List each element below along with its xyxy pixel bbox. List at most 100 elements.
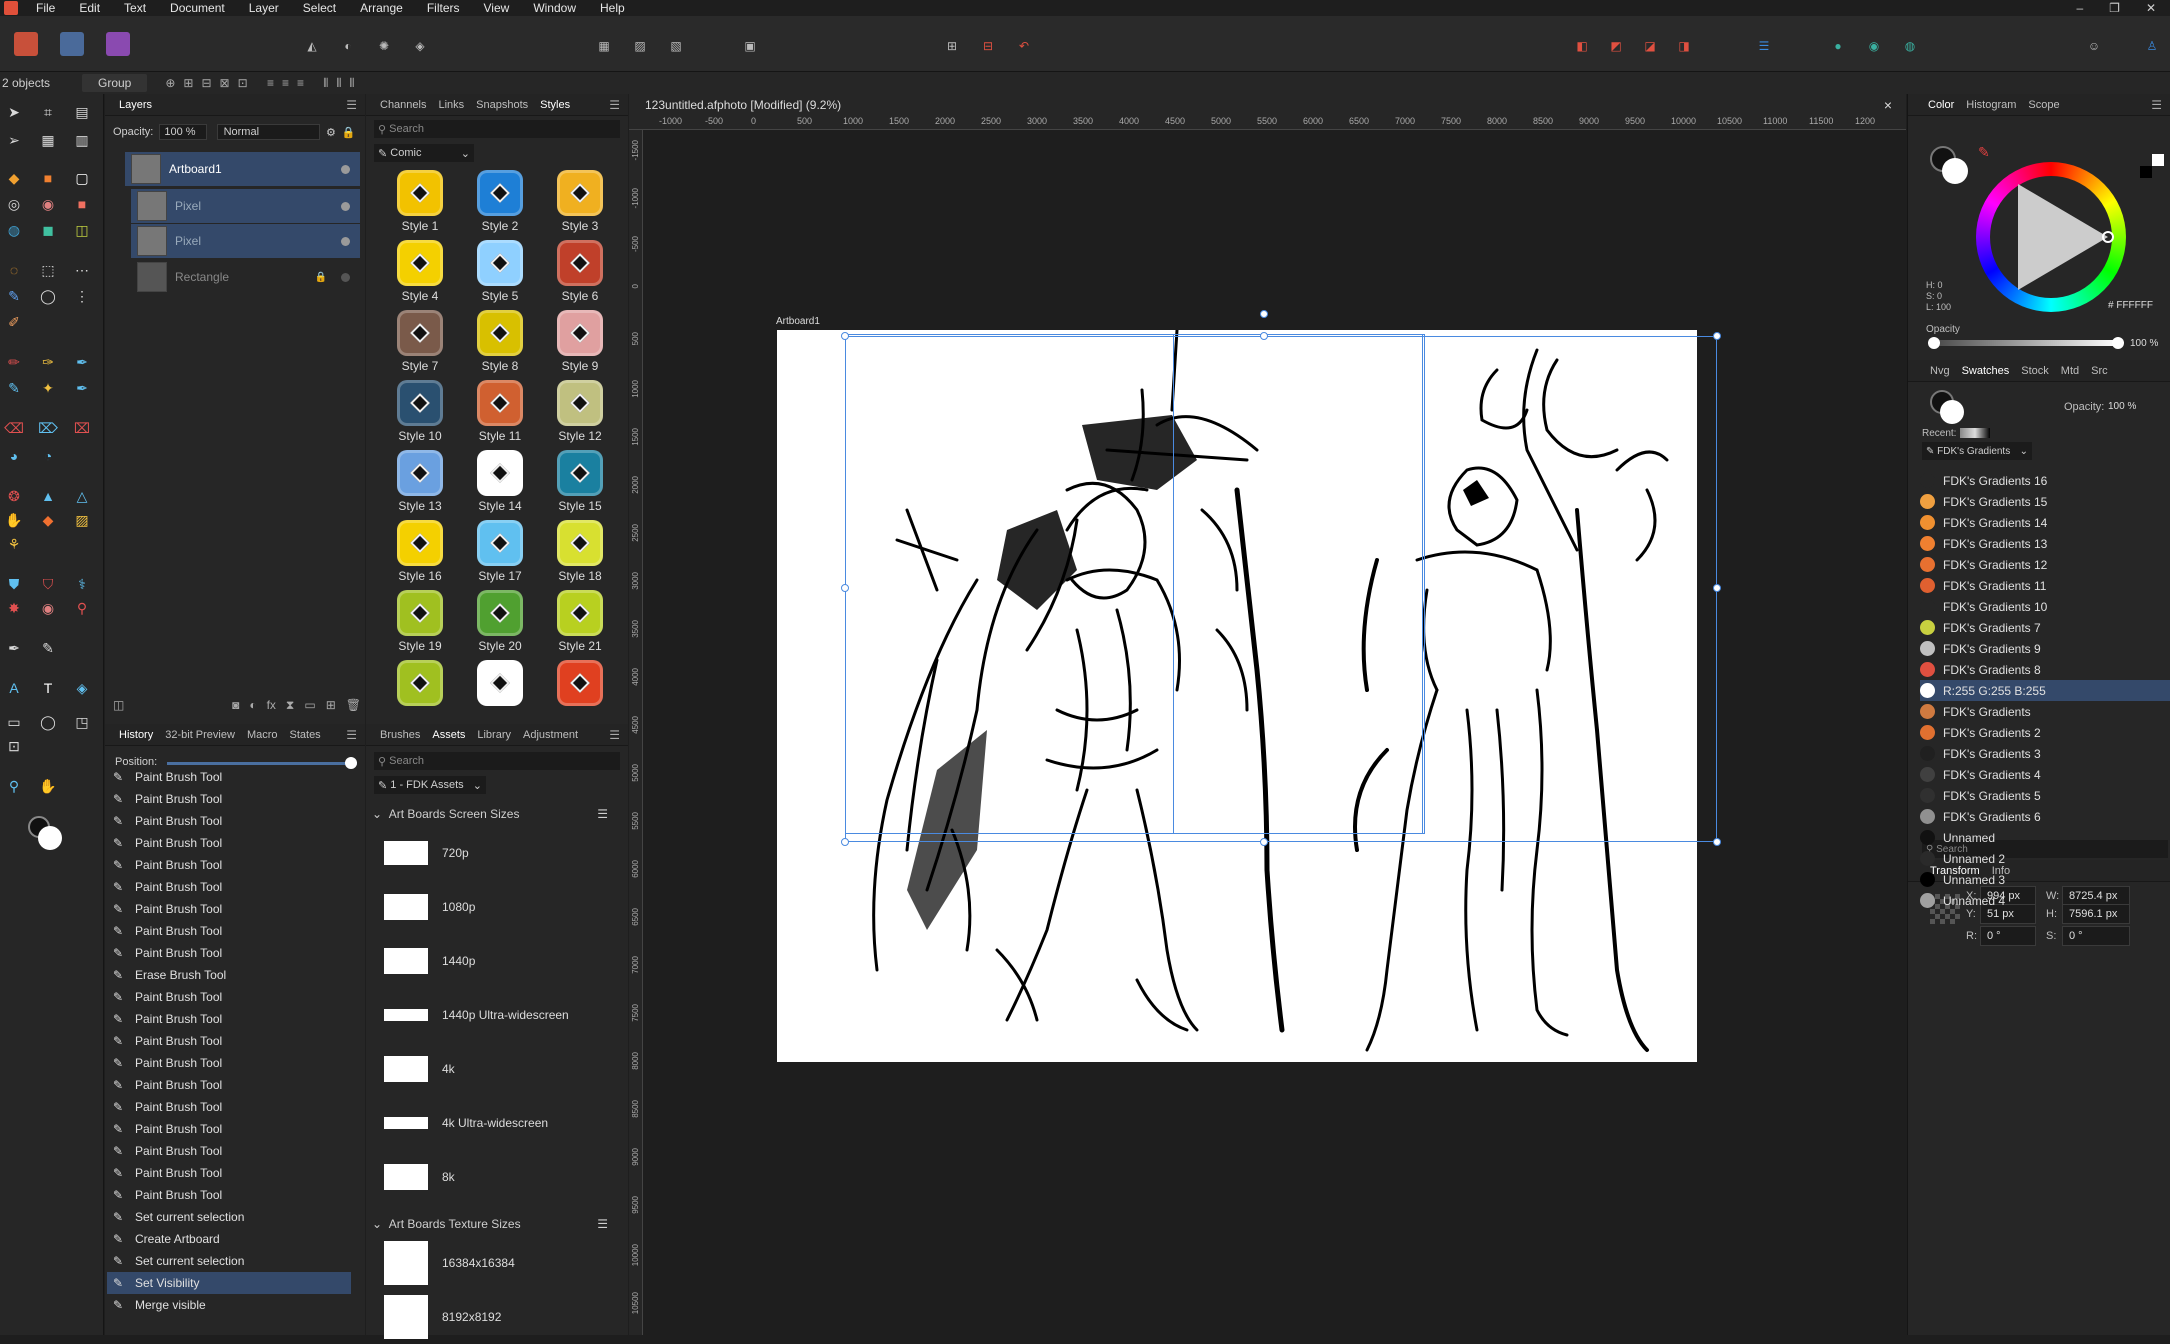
swatch-item[interactable]: FDK's Gradients: [1920, 701, 2170, 722]
ellipse-marquee-icon[interactable]: ◯: [36, 284, 60, 308]
tab-macro[interactable]: Macro: [247, 729, 278, 741]
opacity-start-handle[interactable]: [1928, 337, 1940, 349]
mask-icon[interactable]: ◙: [232, 698, 239, 713]
shear-field[interactable]: 0 °: [2062, 926, 2130, 946]
opacity-slider-handle[interactable]: [2112, 337, 2124, 349]
history-item[interactable]: ✎ Paint Brush Tool: [107, 986, 351, 1008]
tab-channels[interactable]: Channels: [380, 99, 426, 111]
asset-item[interactable]: 720p: [384, 826, 606, 880]
arrange-forward-icon[interactable]: ◪: [1638, 34, 1662, 58]
selection-brush-icon[interactable]: ✎: [2, 284, 26, 308]
dodge-tool-icon[interactable]: ◕: [2, 444, 26, 468]
history-item[interactable]: ✎ Paint Brush Tool: [107, 1162, 351, 1184]
snapping-icon[interactable]: ⊟: [976, 34, 1000, 58]
adjustment-icon[interactable]: ◐: [249, 698, 256, 713]
style-swatch[interactable]: [460, 656, 540, 726]
artboard-canvas[interactable]: [777, 328, 1697, 1062]
history-item[interactable]: ✎ Set current selection: [107, 1250, 351, 1272]
text-tool-icon[interactable]: A: [2, 676, 26, 700]
style-swatch[interactable]: Style 20: [460, 586, 540, 656]
rotate-handle[interactable]: [1260, 310, 1268, 318]
resize-handle[interactable]: [1713, 584, 1721, 592]
blemish-icon[interactable]: ⚕: [70, 572, 94, 596]
boolean-intersect-icon[interactable]: ◍: [1898, 34, 1922, 58]
paint-brush-tool-icon[interactable]: ✏: [2, 350, 26, 374]
rotation-field[interactable]: 0 °: [1980, 926, 2036, 946]
tab-states[interactable]: States: [290, 729, 321, 741]
menu-icon[interactable]: ☰: [346, 98, 357, 112]
auto-color-icon[interactable]: ✺: [372, 34, 396, 58]
style-swatch[interactable]: Style 3: [540, 166, 620, 236]
opacity-field[interactable]: 100 %: [159, 124, 207, 140]
asset-item[interactable]: 1440p Ultra-widescreen: [384, 988, 606, 1042]
asset-item[interactable]: 4k Ultra-widescreen: [384, 1096, 606, 1150]
tab-layers[interactable]: Layers: [119, 99, 152, 111]
asset-item[interactable]: 8k: [384, 1150, 606, 1204]
styles-search[interactable]: ⚲ Search: [374, 120, 620, 138]
asset-group-header[interactable]: ⌄ Art Boards Screen Sizes ☰: [372, 804, 608, 824]
liquify-persona-icon[interactable]: [60, 32, 84, 56]
history-item[interactable]: ✎ Paint Brush Tool: [107, 1140, 351, 1162]
history-item[interactable]: ✎ Paint Brush Tool: [107, 920, 351, 942]
menu-filters[interactable]: Filters: [415, 1, 472, 15]
history-item[interactable]: ✎ Paint Brush Tool: [107, 854, 351, 876]
tab-styles[interactable]: Styles: [540, 99, 570, 111]
levels-icon[interactable]: ◭: [300, 34, 324, 58]
smudge-icon[interactable]: ✋: [2, 508, 26, 532]
grid-tool-icon[interactable]: ▥: [70, 128, 94, 152]
style-swatch[interactable]: Style 14: [460, 446, 540, 516]
style-swatch[interactable]: Style 10: [380, 376, 460, 446]
swatch-item[interactable]: FDK's Gradients 2: [1920, 722, 2170, 743]
photo-persona-icon[interactable]: [14, 32, 38, 56]
history-item[interactable]: ✎ Paint Brush Tool: [107, 1096, 351, 1118]
style-swatch[interactable]: Style 1: [380, 166, 460, 236]
menu-icon[interactable]: ☰: [597, 1217, 608, 1231]
trash-icon[interactable]: 🗑: [346, 698, 361, 713]
marquee-tool-icon[interactable]: ⬚: [36, 258, 60, 282]
style-swatch[interactable]: Style 19: [380, 586, 460, 656]
tab-histogram[interactable]: Histogram: [1966, 99, 2016, 111]
menu-icon[interactable]: ☰: [609, 728, 620, 742]
group-button[interactable]: Group: [82, 74, 148, 92]
gradient-tool-icon[interactable]: ■: [36, 166, 60, 190]
style-swatch[interactable]: Style 21: [540, 586, 620, 656]
swatch-item[interactable]: FDK's Gradients 11: [1920, 575, 2170, 596]
tab-src[interactable]: Src: [2091, 365, 2108, 377]
swatch-item[interactable]: FDK's Gradients 8: [1920, 659, 2170, 680]
history-item[interactable]: ✎ Paint Brush Tool: [107, 1118, 351, 1140]
asset-item[interactable]: 8192x8192: [384, 1290, 606, 1344]
frequency-icon[interactable]: ⚲: [70, 596, 94, 620]
shape-select-icon[interactable]: ◳: [70, 710, 94, 734]
healing-icon[interactable]: ⛊: [2, 572, 26, 596]
swatch-item[interactable]: Unnamed 2: [1920, 848, 2170, 869]
visibility-icon[interactable]: [341, 236, 350, 246]
layer-row[interactable]: Pixel: [131, 224, 360, 258]
menu-edit[interactable]: Edit: [67, 1, 112, 15]
style-swatch[interactable]: Style 18: [540, 516, 620, 586]
node-edit-icon[interactable]: ✎: [36, 636, 60, 660]
tab-library[interactable]: Library: [477, 729, 511, 741]
layer-row[interactable]: Rectangle 🔒: [131, 260, 360, 294]
swatch-item[interactable]: FDK's Gradients 3: [1920, 743, 2170, 764]
menu-help[interactable]: Help: [588, 1, 637, 15]
resize-handle[interactable]: [841, 838, 849, 846]
blend-mode-select[interactable]: Normal: [216, 124, 321, 140]
style-swatch[interactable]: Style 4: [380, 236, 460, 306]
redeye-icon[interactable]: ◉: [36, 596, 60, 620]
layer-row[interactable]: Artboard1: [125, 152, 360, 186]
align-icon[interactable]: ☰: [1752, 34, 1776, 58]
color-replace-icon[interactable]: ✎: [2, 376, 26, 400]
recent-swatches[interactable]: [1960, 428, 1990, 438]
assets-search[interactable]: ⚲ Search: [374, 752, 620, 770]
fill-stroke-swatch[interactable]: [1930, 146, 1970, 186]
history-item[interactable]: ✎ Paint Brush Tool: [107, 1030, 351, 1052]
filter-tool-icon[interactable]: ◫: [70, 218, 94, 242]
menu-icon[interactable]: ☰: [2151, 98, 2162, 112]
assistant-icon[interactable]: ⊞: [940, 34, 964, 58]
tab-snapshots[interactable]: Snapshots: [476, 99, 528, 111]
rectangle-tool-icon[interactable]: ▭: [2, 710, 26, 734]
style-swatch[interactable]: Style 13: [380, 446, 460, 516]
style-swatch[interactable]: Style 16: [380, 516, 460, 586]
hex-value[interactable]: # FFFFFF: [2108, 300, 2153, 311]
history-item[interactable]: ✎ Paint Brush Tool: [107, 766, 351, 788]
